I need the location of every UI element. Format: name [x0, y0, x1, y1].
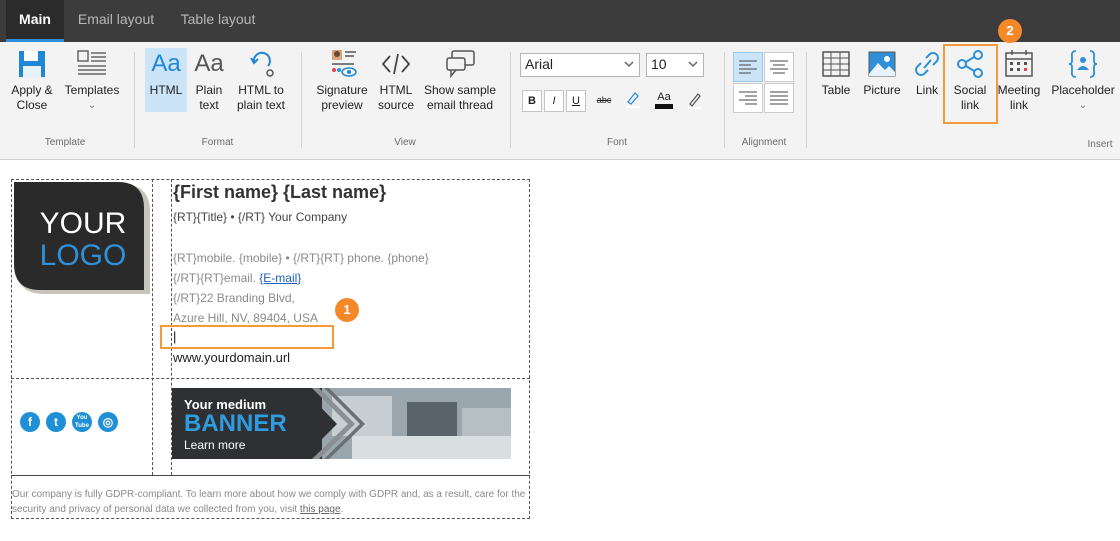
signature-address-2: Azure Hill, NV, 89404, USA — [173, 311, 318, 325]
row-divider — [11, 475, 530, 476]
callout-badge-2: 2 — [998, 19, 1022, 43]
align-left-button[interactable] — [733, 52, 763, 82]
facebook-icon[interactable]: f — [20, 412, 40, 432]
twitter-icon[interactable]: t — [46, 412, 66, 432]
group-label-font: Font — [606, 137, 627, 148]
tab-email-layout[interactable]: Email layout — [70, 0, 162, 42]
templates-icon — [77, 50, 106, 75]
disclaimer-link[interactable]: this page — [300, 504, 341, 515]
insert-link-button[interactable]: Link — [908, 48, 946, 98]
signature-preview-icon — [332, 50, 357, 77]
ribbon-divider — [806, 52, 807, 148]
html-format-icon: Aa — [151, 50, 181, 77]
align-right-button[interactable] — [733, 83, 763, 113]
italic-button[interactable]: I — [544, 90, 564, 112]
link-icon — [915, 52, 939, 76]
html-to-plain-text-button[interactable]: HTML to plain text — [234, 48, 288, 113]
align-left-icon — [739, 60, 757, 74]
email-thread-icon — [446, 50, 475, 79]
tab-bar: Main Email layout Table layout — [0, 0, 1120, 42]
align-center-button[interactable] — [764, 52, 794, 82]
ribbon-divider — [724, 52, 725, 148]
align-center-icon — [770, 60, 788, 74]
youtube-icon[interactable]: You Tube — [72, 412, 92, 432]
signature-address-1: {/RT}22 Branding Blvd, — [173, 291, 295, 305]
underline-button[interactable]: U — [566, 90, 586, 112]
instagram-icon[interactable]: ◎ — [98, 412, 118, 432]
bold-button[interactable]: B — [522, 90, 542, 112]
align-justify-icon — [770, 91, 788, 105]
cursor-highlight — [160, 325, 334, 349]
group-label-template: Template — [44, 137, 86, 148]
signature-phone: {RT}mobile. {mobile} • {/RT}{RT} phone. … — [173, 251, 429, 265]
col-divider — [152, 179, 153, 475]
signature-title: {RT}{Title} • {/RT} Your Company — [173, 210, 348, 224]
apply-close-button[interactable]: Apply & Close — [8, 48, 56, 113]
plain-text-icon: Aa — [194, 50, 224, 77]
insert-table-button[interactable]: Table — [816, 48, 856, 98]
email-link[interactable]: {E-mail} — [259, 271, 301, 285]
font-size-select[interactable]: 10 — [646, 53, 704, 77]
group-label-view: View — [394, 137, 416, 148]
templates-button[interactable]: Templates ⌄ — [62, 48, 122, 113]
group-label-alignment: Alignment — [741, 137, 787, 148]
logo-text-logo: LOGO — [40, 239, 127, 272]
insert-placeholder-button[interactable]: Placeholder ⌄ — [1050, 48, 1116, 113]
font-color-button[interactable]: Aa — [652, 90, 676, 112]
convert-icon — [250, 51, 274, 77]
table-icon — [822, 51, 850, 77]
row-divider — [11, 378, 530, 379]
align-justify-button[interactable] — [764, 83, 794, 113]
signature-preview-button[interactable]: Signature preview — [313, 48, 371, 113]
align-right-icon — [739, 91, 757, 105]
group-label-insert: Insert — [1087, 139, 1113, 150]
ribbon-divider — [510, 52, 511, 148]
plain-text-button[interactable]: Aa Plain text — [190, 48, 228, 113]
banner-cta: Learn more — [184, 438, 246, 452]
callout-badge-1: 1 — [335, 298, 359, 322]
company-logo: YOUR LOGO — [14, 182, 150, 294]
ribbon-divider — [301, 52, 302, 148]
picture-icon — [868, 51, 896, 77]
placeholder-icon — [1068, 50, 1098, 78]
html-format-button[interactable]: Aa HTML — [145, 48, 187, 112]
banner-title: BANNER — [184, 410, 287, 437]
signature-website[interactable]: www.yourdomain.url — [173, 350, 290, 365]
social-link-highlight — [943, 44, 998, 124]
banner-image[interactable]: Your medium BANNER Learn more — [172, 388, 511, 459]
pen-icon — [688, 93, 702, 109]
ribbon: Apply & Close Templates ⌄ Template Aa HT… — [0, 42, 1120, 160]
signature-email: {/RT}{RT}email. {E-mail} — [173, 271, 302, 285]
group-label-format: Format — [201, 137, 234, 148]
signature-editor[interactable]: YOUR LOGO {First name} {Last name} {RT}{… — [0, 161, 1120, 541]
insert-picture-button[interactable]: Picture — [861, 48, 903, 98]
signature-name: {First name} {Last name} — [173, 182, 387, 202]
logo-text-your: YOUR — [40, 207, 127, 240]
calendar-icon — [1005, 50, 1033, 77]
html-source-button[interactable]: HTML source — [376, 48, 416, 113]
gdpr-disclaimer: Our company is fully GDPR-compliant. To … — [12, 489, 526, 515]
ribbon-divider — [134, 52, 135, 148]
code-icon — [381, 53, 411, 75]
clear-format-button[interactable] — [684, 90, 706, 112]
show-sample-thread-button[interactable]: Show sample email thread — [423, 48, 497, 113]
tab-table-layout[interactable]: Table layout — [170, 0, 266, 42]
chevron-down-icon — [688, 61, 698, 68]
alignment-grid — [733, 52, 795, 114]
save-icon — [19, 51, 45, 77]
font-color-swatch — [655, 104, 673, 109]
tab-main[interactable]: Main — [6, 0, 64, 42]
highlighter-icon — [626, 92, 640, 108]
signature-table: YOUR LOGO {First name} {Last name} {RT}{… — [11, 179, 530, 519]
strikethrough-button[interactable]: abc — [592, 90, 616, 112]
highlight-button[interactable] — [622, 90, 644, 112]
chevron-down-icon — [624, 61, 634, 68]
font-family-select[interactable]: Arial — [520, 53, 640, 77]
insert-meeting-link-button[interactable]: Meeting link — [996, 48, 1042, 113]
